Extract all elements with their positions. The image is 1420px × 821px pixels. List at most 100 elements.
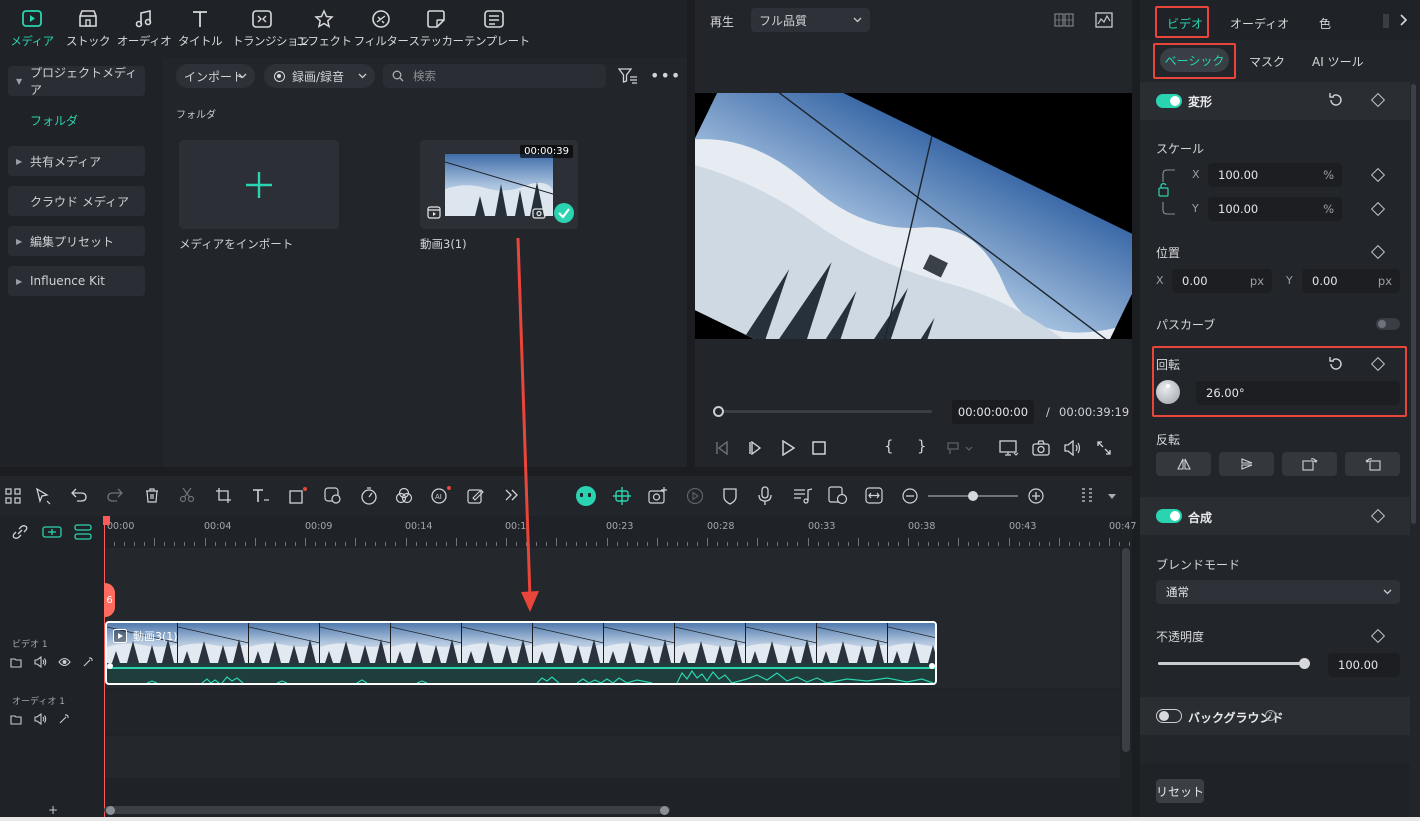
fit-width-icon[interactable] [865,487,883,504]
properties-scrollbar[interactable] [1411,84,1416,524]
auto-highlight-icon[interactable] [648,486,668,505]
mark-out-icon[interactable]: } [917,437,927,455]
tab-media[interactable]: メディア [2,8,62,49]
sidebar-item-folder[interactable]: フォルダ [30,112,78,129]
composite-toggle[interactable] [1156,509,1182,523]
playhead-top[interactable] [103,516,110,525]
scale-y-field[interactable]: 100.00 % [1208,197,1342,221]
folder-lock-icon[interactable] [10,656,22,668]
path-curve-toggle[interactable] [1376,318,1400,330]
scope-icon[interactable] [1095,12,1113,28]
chevron-right-icon[interactable] [1400,14,1408,26]
tab-sticker[interactable]: ステッカー [406,8,466,49]
timeline-vertical-scrollbar[interactable] [1122,548,1130,752]
stop-icon[interactable] [812,441,826,455]
scale-lock-icon[interactable] [1157,168,1183,216]
rotate-counterclockwise-button[interactable] [1345,452,1400,476]
next-frame-icon[interactable] [748,441,762,455]
import-media-tile[interactable] [179,140,339,229]
snap-icon[interactable] [612,486,632,506]
folder-lock-icon[interactable] [10,713,22,725]
scroll-handle-right[interactable] [660,806,669,815]
speaker-icon[interactable] [34,656,47,668]
tab-template[interactable]: テンプレート [464,8,530,49]
audio-list-icon[interactable] [793,487,813,505]
sidebar-item-influence-kit[interactable]: ▶ Influence Kit [8,266,145,296]
tab-transition[interactable]: トランジション [232,8,310,49]
playhead-badge[interactable]: 6 [104,583,115,617]
zoom-out-icon[interactable] [902,488,918,504]
reset-button[interactable]: リセット [1156,779,1204,803]
flip-horizontal-button[interactable] [1156,452,1211,476]
track-manager-icon[interactable] [74,523,92,541]
blend-mode-dropdown[interactable]: 通常 [1156,580,1400,604]
link-icon[interactable] [12,524,28,540]
reset-icon[interactable] [1328,356,1344,372]
tab-audio[interactable]: オーディオ [114,8,174,49]
crop-icon[interactable] [215,487,232,504]
tab-title[interactable]: タイトル [170,8,230,49]
position-x-field[interactable]: 0.00 px [1172,269,1272,293]
help-icon[interactable]: ? [1265,710,1276,721]
opacity-slider[interactable] [1158,658,1310,669]
effects-circles-icon[interactable] [395,487,413,504]
rotation-field[interactable]: 26.00° [1196,381,1400,405]
subtab-ai-tools[interactable]: AI ツール [1312,53,1364,70]
video-media-tile[interactable]: 00:00:39 [420,140,578,229]
sidebar-item-project-media[interactable]: ▼ プロジェクトメディア [8,66,145,97]
position-y-field[interactable]: 0.00 px [1302,269,1400,293]
prev-frame-icon[interactable] [715,441,729,455]
scrubber-handle[interactable] [713,406,724,417]
scroll-handle-left[interactable] [106,806,115,815]
fullscreen-icon[interactable] [1097,441,1111,455]
link-track-icon[interactable] [42,524,62,540]
scale-x-field[interactable]: 100.00 % [1208,163,1342,187]
play-icon[interactable] [781,440,795,456]
subtab-mask[interactable]: マスク [1249,53,1285,70]
preview-scrubber[interactable] [713,406,932,417]
ai-assistant-icon[interactable] [576,486,596,506]
record-dropdown[interactable]: 録画/録音 [264,64,375,88]
ai-edit-icon[interactable] [467,487,485,504]
mark-in-icon[interactable]: { [884,437,894,455]
timeline-layout-icon[interactable] [1080,487,1096,505]
rotate-clockwise-button[interactable] [1282,452,1337,476]
delete-icon[interactable] [144,487,160,503]
text-tool-icon[interactable] [251,487,271,504]
tab-audio-props[interactable]: オーディオ [1230,15,1289,32]
insert-icon[interactable] [946,441,974,455]
filter-sort-icon[interactable] [618,68,638,84]
volume-icon[interactable] [1063,440,1081,456]
sidebar-item-shared-media[interactable]: ▶ 共有メディア [8,146,145,176]
chevron-down-icon[interactable] [1108,494,1116,499]
transform-toggle[interactable] [1156,94,1182,108]
zoom-slider[interactable] [928,491,1018,501]
ai-tool-icon[interactable]: AI [430,485,452,505]
select-pointer-icon[interactable] [34,487,52,505]
speaker-icon[interactable] [34,713,47,725]
snapshot-camera-icon[interactable] [1032,440,1050,456]
more-options-icon[interactable]: ••• [650,66,681,85]
playback-disabled-icon[interactable] [686,487,704,505]
clip-trim-handle-left[interactable] [107,663,113,669]
reset-icon[interactable] [1328,92,1344,108]
background-toggle[interactable] [1156,709,1182,723]
tab-filter[interactable]: フィルター [351,8,411,49]
opacity-field[interactable]: 100.00 [1328,653,1400,677]
clip-trim-handle-right[interactable] [929,663,935,669]
microphone-icon[interactable] [758,486,772,506]
playhead-line[interactable] [104,516,105,821]
zoom-in-icon[interactable] [1028,488,1044,504]
magic-wand-icon[interactable] [82,656,94,668]
quality-dropdown[interactable]: フル品質 [751,8,870,32]
sidebar-item-edit-presets[interactable]: ▶ 編集プリセット [8,226,145,256]
search-input[interactable]: 検索 [383,64,606,88]
color-match-icon[interactable] [324,487,342,504]
flip-vertical-button[interactable] [1219,452,1274,476]
undo-icon[interactable] [71,488,87,502]
redo-icon[interactable] [107,488,123,502]
video-clip[interactable]: 動画3(1) [105,621,937,685]
eye-icon[interactable] [58,657,71,667]
add-track-button[interactable]: + [48,803,58,817]
tab-stock[interactable]: ストック [58,8,118,49]
